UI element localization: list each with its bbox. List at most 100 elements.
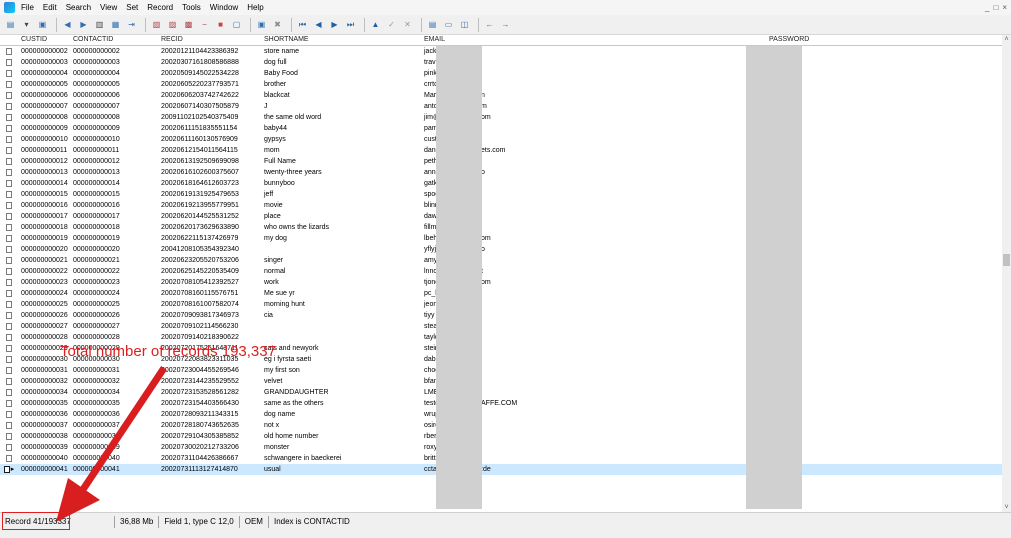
cell-recid[interactable]: 20020605220237793571 xyxy=(158,79,261,90)
cell-recid[interactable]: 20020618164612603723 xyxy=(158,178,261,189)
cell-shortname[interactable]: not x xyxy=(261,420,421,431)
save-icon[interactable]: ▣ xyxy=(36,18,49,31)
cell-shortname[interactable]: Baby Food xyxy=(261,68,421,79)
cell-contactid[interactable]: 000000000041 xyxy=(70,464,158,475)
table-row[interactable]: 000000000024 000000000024 2002070816011557… xyxy=(0,288,1002,299)
row-indicator[interactable] xyxy=(0,101,18,112)
cell-contactid[interactable]: 000000000039 xyxy=(70,442,158,453)
cell-custid[interactable]: 000000000015 xyxy=(18,189,70,200)
row-checkbox[interactable] xyxy=(6,301,12,308)
cell-custid[interactable]: 000000000012 xyxy=(18,156,70,167)
cell-shortname[interactable]: Me sue yr xyxy=(261,288,421,299)
table-row[interactable]: 000000000016 000000000016 2002061921395577… xyxy=(0,200,1002,211)
cell-recid[interactable]: 20020606203742742622 xyxy=(158,90,261,101)
cell-recid[interactable]: 20020620144525531252 xyxy=(158,211,261,222)
row-checkbox[interactable] xyxy=(6,312,12,319)
cell-shortname[interactable]: singer xyxy=(261,255,421,266)
row-indicator[interactable] xyxy=(0,79,18,90)
cell-contactid[interactable]: 000000000020 xyxy=(70,244,158,255)
row-checkbox[interactable] xyxy=(6,334,12,341)
first-icon[interactable]: ⏮ xyxy=(296,18,309,31)
cell-custid[interactable]: 000000000017 xyxy=(18,211,70,222)
menu-view[interactable]: View xyxy=(100,0,117,15)
cell-recid[interactable]: 20020620173629633890 xyxy=(158,222,261,233)
row-indicator[interactable] xyxy=(0,200,18,211)
window-icon[interactable]: ▭ xyxy=(442,18,455,31)
cell-shortname[interactable]: gypsys xyxy=(261,134,421,145)
row-indicator[interactable] xyxy=(0,233,18,244)
cell-custid[interactable]: 000000000013 xyxy=(18,167,70,178)
row-indicator[interactable] xyxy=(0,431,18,442)
cell-custid[interactable]: 000000000005 xyxy=(18,79,70,90)
cell-contactid[interactable]: 000000000021 xyxy=(70,255,158,266)
table-row[interactable]: 000000000035 000000000035 2002072315440356… xyxy=(0,398,1002,409)
cell-shortname[interactable]: velvet xyxy=(261,376,421,387)
row-indicator[interactable] xyxy=(0,255,18,266)
row-checkbox[interactable] xyxy=(6,444,12,451)
table-row[interactable]: 000000000038 000000000038 2002072910430538… xyxy=(0,431,1002,442)
cell-recid[interactable]: 20020708105412392527 xyxy=(158,277,261,288)
column-header-shortname[interactable]: SHORTNAME xyxy=(261,35,421,45)
row-indicator[interactable] xyxy=(0,376,18,387)
row-checkbox[interactable] xyxy=(6,59,12,66)
row-indicator[interactable] xyxy=(0,145,18,156)
cell-custid[interactable]: 000000000035 xyxy=(18,398,70,409)
cell-recid[interactable]: 20020731104426386667 xyxy=(158,453,261,464)
prev-record-icon[interactable]: ◀ xyxy=(312,18,325,31)
cell-recid[interactable]: 20020607140307505879 xyxy=(158,101,261,112)
cell-contactid[interactable]: 000000000023 xyxy=(70,277,158,288)
pack-icon[interactable]: ■ xyxy=(214,18,227,31)
cell-shortname[interactable]: cia xyxy=(261,310,421,321)
row-checkbox[interactable] xyxy=(6,268,12,275)
menu-edit[interactable]: Edit xyxy=(43,0,57,15)
table-row[interactable]: 000000000006 000000000006 2002060620374274… xyxy=(0,90,1002,101)
row-checkbox[interactable] xyxy=(6,92,12,99)
row-checkbox[interactable] xyxy=(6,180,12,187)
row-indicator[interactable] xyxy=(0,68,18,79)
row-checkbox[interactable] xyxy=(6,433,12,440)
print-icon[interactable]: ▥ xyxy=(93,18,106,31)
table-row[interactable]: 000000000018 000000000018 2002062017362963… xyxy=(0,222,1002,233)
row-checkbox[interactable] xyxy=(6,378,12,385)
row-checkbox[interactable] xyxy=(6,367,12,374)
table-row[interactable]: 000000000012 000000000012 2002061319250969… xyxy=(0,156,1002,167)
row-checkbox[interactable] xyxy=(6,345,12,352)
next-icon[interactable]: ▶ xyxy=(77,18,90,31)
table-row[interactable]: 000000000037 000000000037 2002072818074365… xyxy=(0,420,1002,431)
table-row[interactable]: 000000000034 000000000034 2002072315352856… xyxy=(0,387,1002,398)
cell-shortname[interactable]: cats and newyork xyxy=(261,343,421,354)
cell-custid[interactable]: 000000000009 xyxy=(18,123,70,134)
cell-recid[interactable]: 20020616102600375607 xyxy=(158,167,261,178)
row-checkbox[interactable] xyxy=(6,202,12,209)
cell-custid[interactable]: 000000000007 xyxy=(18,101,70,112)
scroll-up-icon[interactable]: ˄ xyxy=(1002,35,1011,44)
cell-shortname[interactable]: movie xyxy=(261,200,421,211)
table-row[interactable]: 000000000005 000000000005 2002060522023779… xyxy=(0,79,1002,90)
cell-shortname[interactable]: eg i fyrsta saeti xyxy=(261,354,421,365)
cell-contactid[interactable]: 000000000015 xyxy=(70,189,158,200)
row-indicator[interactable] xyxy=(0,453,18,464)
row-indicator[interactable] xyxy=(0,123,18,134)
cell-contactid[interactable]: 000000000004 xyxy=(70,68,158,79)
cell-recid[interactable]: 20020619131925479653 xyxy=(158,189,261,200)
copy-icon[interactable]: ▧ xyxy=(150,18,163,31)
cell-recid[interactable]: 20020121104423386392 xyxy=(158,46,261,57)
zap-icon[interactable]: ▢ xyxy=(230,18,243,31)
cell-custid[interactable]: 000000000026 xyxy=(18,310,70,321)
row-checkbox[interactable] xyxy=(6,158,12,165)
row-checkbox[interactable] xyxy=(6,125,12,132)
table-row[interactable]: 000000000009 000000000009 2002061115183555… xyxy=(0,123,1002,134)
table-row[interactable]: 000000000032 000000000032 2002072314423552… xyxy=(0,376,1002,387)
row-checkbox[interactable] xyxy=(6,169,12,176)
menu-search[interactable]: Search xyxy=(66,0,91,15)
row-checkbox[interactable] xyxy=(6,147,12,154)
cell-custid[interactable]: 000000000021 xyxy=(18,255,70,266)
cell-recid[interactable]: 20020619213955779951 xyxy=(158,200,261,211)
row-checkbox[interactable] xyxy=(6,389,12,396)
table-row[interactable]: 000000000040 000000000040 2002073110442638… xyxy=(0,453,1002,464)
cell-shortname[interactable]: usual xyxy=(261,464,421,475)
cell-contactid[interactable]: 000000000016 xyxy=(70,200,158,211)
cell-recid[interactable]: 20020708161007582074 xyxy=(158,299,261,310)
cell-shortname[interactable]: Full Name xyxy=(261,156,421,167)
row-indicator[interactable] xyxy=(0,211,18,222)
